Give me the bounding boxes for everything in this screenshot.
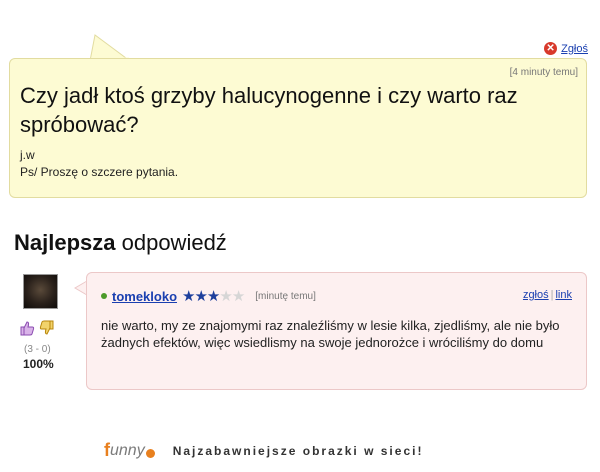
vote-count: (3 - 0) xyxy=(24,344,51,355)
answer-author[interactable]: tomekloko xyxy=(112,289,177,304)
question-title: Czy jadł ktoś grzyby halucynogenne i czy… xyxy=(20,83,518,137)
thumbs-up-icon[interactable] xyxy=(19,320,35,336)
site-logo[interactable]: f unny xyxy=(104,440,155,461)
question-detail-line-2: Ps/ Proszę o szczere pytania. xyxy=(20,165,179,179)
star-empty-icon: ★ xyxy=(231,288,245,305)
report-question-label[interactable]: Zgłoś xyxy=(561,43,588,55)
best-answer-heading-rest: odpowiedź xyxy=(115,230,227,255)
logo-dot-icon xyxy=(145,449,155,458)
question-bubble: [4 minuty temu] Czy jadł ktoś grzyby hal… xyxy=(9,58,587,198)
footer: f unny Najzabawniejsze obrazki w sieci! xyxy=(104,440,423,461)
question-timestamp: [4 minuty temu] xyxy=(509,67,578,78)
question-bubble-tail xyxy=(89,34,132,62)
rating-stars: ★★★★★ xyxy=(182,287,245,305)
vote-percent: 100% xyxy=(23,357,54,371)
star-empty-icon: ★ xyxy=(219,288,232,305)
answer-text: nie warto, my ze znajomymi raz znaleźliś… xyxy=(101,318,560,350)
avatar[interactable] xyxy=(23,274,58,309)
thumbs-down-icon[interactable] xyxy=(39,320,55,336)
report-question-link[interactable]: ✕ Zgłoś xyxy=(544,42,588,55)
answer-bubble: tomekloko ★★★★★ [minutę temu] zgłoś | link… xyxy=(86,272,587,390)
answer-permalink[interactable]: link xyxy=(555,289,572,301)
answer-header: tomekloko ★★★★★ [minutę temu] xyxy=(101,287,316,305)
answer-actions: zgłoś | link xyxy=(523,289,572,301)
report-icon: ✕ xyxy=(544,42,558,55)
question-detail-line-1: j.w xyxy=(20,148,35,162)
report-answer-link[interactable]: zgłoś xyxy=(523,289,549,301)
star-filled-icon: ★ xyxy=(206,288,220,305)
best-answer-heading-bold: Najlepsza xyxy=(14,230,116,255)
answer-timestamp: [minutę temu] xyxy=(255,290,316,302)
link-separator: | xyxy=(550,289,554,301)
best-answer-heading: Najlepsza odpowiedź xyxy=(14,230,227,256)
site-tagline: Najzabawniejsze obrazki w sieci! xyxy=(172,443,424,458)
star-filled-icon: ★ xyxy=(182,288,195,305)
online-status-dot xyxy=(101,293,107,299)
star-filled-icon: ★ xyxy=(194,288,207,305)
vote-controls xyxy=(19,320,55,336)
logo-text: unny xyxy=(110,441,145,459)
